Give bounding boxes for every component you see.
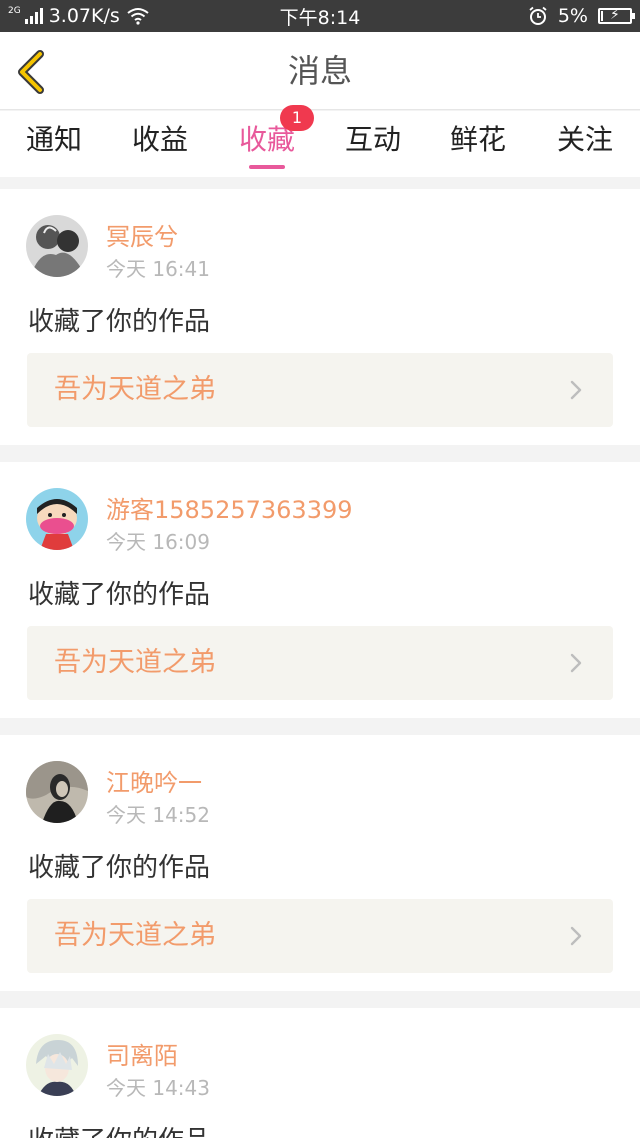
list-item: 冥辰兮 今天 16:41 收藏了你的作品 吾为天道之弟 (0, 189, 640, 445)
tab-notifications[interactable]: 通知 (4, 111, 104, 177)
username[interactable]: 江晚吟一 (106, 763, 202, 798)
active-tab-indicator (249, 165, 285, 169)
alarm-icon (529, 6, 547, 25)
action-text: 收藏了你的作品 (28, 580, 211, 610)
unread-badge: 1 (280, 105, 314, 131)
status-right: 5% ⚡ (528, 0, 635, 32)
timestamp: 今天 14:52 (106, 803, 210, 827)
chevron-right-icon (570, 926, 582, 946)
tab-follows[interactable]: 关注 (535, 111, 635, 177)
battery-charging-icon: ⚡ (598, 7, 635, 24)
status-bar: 2G 3.07K/s 下午8:14 5% ⚡ (0, 0, 640, 32)
tab-bar: 通知 收益 收藏 1 互动 鲜花 关注 (0, 105, 640, 177)
avatar[interactable] (26, 761, 88, 823)
avatar[interactable] (26, 215, 88, 277)
action-text: 收藏了你的作品 (28, 853, 211, 883)
tab-earnings[interactable]: 收益 (110, 111, 210, 177)
tab-label: 收益 (131, 123, 188, 156)
timestamp: 今天 16:41 (106, 257, 210, 281)
chevron-right-icon (570, 380, 582, 400)
work-link[interactable]: 吾为天道之弟 (27, 899, 613, 973)
action-text: 收藏了你的作品 (28, 307, 211, 337)
work-link[interactable]: 吾为天道之弟 (27, 353, 613, 427)
page-title: 消息 (287, 52, 352, 90)
username[interactable]: 司离陌 (106, 1036, 178, 1071)
work-title: 吾为天道之弟 (54, 374, 216, 405)
tab-interactions[interactable]: 互动 (323, 111, 423, 177)
username[interactable]: 冥辰兮 (106, 217, 178, 252)
work-title: 吾为天道之弟 (54, 920, 216, 951)
avatar[interactable] (26, 1034, 88, 1096)
list-item: 游客1585257363399 今天 16:09 收藏了你的作品 吾为天道之弟 (0, 462, 640, 718)
username[interactable]: 游客1585257363399 (106, 490, 353, 525)
tab-label: 关注 (556, 123, 613, 156)
battery-percent: 5% (557, 5, 588, 27)
tab-label: 互动 (344, 123, 401, 156)
header: 消息 (0, 32, 640, 110)
list-item: 司离陌 今天 14:43 收藏了你的作品 (0, 1008, 640, 1138)
chevron-right-icon (570, 653, 582, 673)
action-text: 收藏了你的作品 (28, 1120, 210, 1138)
tab-label: 鲜花 (449, 123, 506, 156)
work-title: 吾为天道之弟 (54, 647, 216, 678)
list-item: 江晚吟一 今天 14:52 收藏了你的作品 吾为天道之弟 (0, 735, 640, 991)
tab-label: 通知 (25, 123, 82, 156)
status-time: 下午8:14 (279, 6, 361, 29)
timestamp: 今天 16:09 (106, 530, 210, 554)
avatar[interactable] (26, 488, 88, 550)
tab-favorites[interactable]: 收藏 1 (217, 105, 317, 177)
timestamp: 今天 14:43 (106, 1076, 210, 1100)
tab-flowers[interactable]: 鲜花 (428, 111, 528, 177)
work-link[interactable]: 吾为天道之弟 (27, 626, 613, 700)
